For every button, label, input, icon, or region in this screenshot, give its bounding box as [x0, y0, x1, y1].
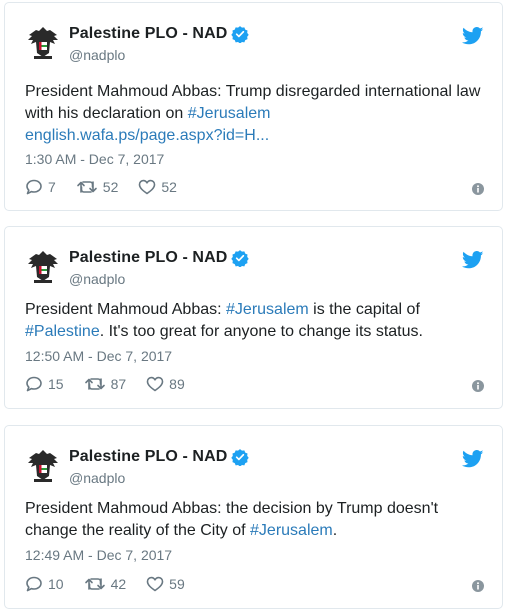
tweet-actions: 10 42 59	[25, 576, 205, 592]
tweet-card[interactable]: Palestine PLO - NAD @nadplo President Ma…	[4, 226, 503, 409]
reply-button[interactable]: 10	[25, 576, 64, 592]
tweet-text: President Mahmoud Abbas: Trump disregard…	[25, 81, 480, 147]
like-count: 52	[161, 179, 177, 195]
retweet-button[interactable]: 52	[76, 179, 119, 195]
info-icon[interactable]	[472, 380, 484, 392]
tweet-timestamp[interactable]: 1:30 AM - Dec 7, 2017	[25, 151, 164, 167]
like-button[interactable]: 52	[138, 179, 177, 195]
hashtag-link[interactable]: #Jerusalem	[188, 105, 271, 122]
heart-icon	[146, 576, 164, 592]
reply-count: 15	[48, 376, 64, 392]
twitter-bird-icon[interactable]	[462, 251, 484, 269]
tweet-text: President Mahmoud Abbas: the decision by…	[25, 498, 438, 542]
tweet-text-line: President Mahmoud Abbas: the decision by…	[25, 500, 439, 517]
like-count: 89	[169, 376, 185, 392]
hashtag-link[interactable]: #Jerusalem	[250, 522, 333, 539]
avatar[interactable]	[25, 446, 61, 484]
tweet-text-segment: .	[332, 522, 338, 539]
tweet-text-segment: . It's too great for anyone to change it…	[99, 323, 423, 340]
author-handle[interactable]: @nadplo	[69, 470, 125, 486]
url-link[interactable]: english.wafa.ps/page.aspx?id=H...	[25, 127, 269, 144]
like-count: 59	[169, 576, 185, 592]
tweet-actions: 15 87 89	[25, 376, 205, 392]
tweet-timestamp[interactable]: 12:49 AM - Dec 7, 2017	[25, 547, 172, 563]
retweet-count: 52	[102, 179, 119, 195]
tweet-text-segment: with his declaration on	[25, 105, 188, 122]
tweet-text-line: with his declaration on #Jerusalem	[25, 103, 480, 125]
tweet-timestamp[interactable]: 12:50 AM - Dec 7, 2017	[25, 348, 172, 364]
reply-button[interactable]: 7	[25, 179, 56, 195]
retweet-count: 87	[110, 376, 127, 392]
verified-badge-icon	[231, 250, 250, 267]
tweet-text-line: english.wafa.ps/page.aspx?id=H...	[25, 125, 480, 147]
reply-count: 7	[48, 179, 56, 195]
avatar[interactable]	[25, 23, 61, 61]
reply-icon	[26, 576, 42, 592]
retweet-icon	[76, 181, 97, 193]
author-handle[interactable]: @nadplo	[69, 271, 125, 287]
like-button[interactable]: 59	[146, 576, 185, 592]
tweet-text-line: President Mahmoud Abbas: #Jerusalem is t…	[25, 299, 423, 321]
tweet-card[interactable]: Palestine PLO - NAD @nadplo President Ma…	[4, 425, 503, 609]
reply-icon	[26, 376, 42, 392]
twitter-bird-icon[interactable]	[462, 450, 484, 468]
tweet-text-segment: President Mahmoud Abbas:	[25, 301, 227, 318]
retweet-button[interactable]: 42	[84, 576, 127, 592]
retweet-icon	[84, 578, 105, 590]
like-button[interactable]: 89	[146, 376, 185, 392]
author-name[interactable]: Palestine PLO - NAD	[69, 249, 227, 267]
avatar[interactable]	[25, 247, 61, 285]
verified-badge-icon	[231, 26, 250, 43]
retweet-button[interactable]: 87	[84, 376, 127, 392]
tweet-text-segment: change the reality of the City of	[25, 522, 251, 539]
tweet-text: President Mahmoud Abbas: #Jerusalem is t…	[25, 299, 423, 343]
info-icon[interactable]	[472, 183, 484, 195]
reply-icon	[26, 179, 42, 195]
tweet-text-line: #Palestine. It's too great for anyone to…	[25, 321, 423, 343]
tweet-text-line: President Mahmoud Abbas: Trump disregard…	[25, 83, 481, 100]
tweet-text-segment: is the capital of	[308, 301, 420, 318]
twitter-bird-icon[interactable]	[462, 27, 484, 45]
tweet-actions: 7 52 52	[25, 179, 197, 195]
author-row: Palestine PLO - NAD	[69, 249, 250, 267]
author-row: Palestine PLO - NAD	[69, 448, 250, 466]
heart-icon	[139, 179, 156, 195]
author-row: Palestine PLO - NAD	[69, 25, 250, 43]
hashtag-link[interactable]: #Jerusalem	[226, 301, 309, 318]
author-handle[interactable]: @nadplo	[69, 47, 125, 63]
reply-count: 10	[48, 576, 64, 592]
tweet-card[interactable]: Palestine PLO - NAD @nadplo President Ma…	[4, 2, 503, 211]
author-name[interactable]: Palestine PLO - NAD	[69, 25, 227, 43]
hashtag-link[interactable]: #Palestine	[25, 323, 100, 340]
reply-button[interactable]: 15	[25, 376, 64, 392]
heart-icon	[146, 376, 164, 392]
retweet-count: 42	[110, 576, 127, 592]
retweet-icon	[84, 378, 105, 390]
info-icon[interactable]	[472, 580, 484, 592]
author-name[interactable]: Palestine PLO - NAD	[69, 448, 227, 466]
tweet-text-line: change the reality of the City of #Jerus…	[25, 520, 438, 542]
verified-badge-icon	[231, 449, 250, 466]
